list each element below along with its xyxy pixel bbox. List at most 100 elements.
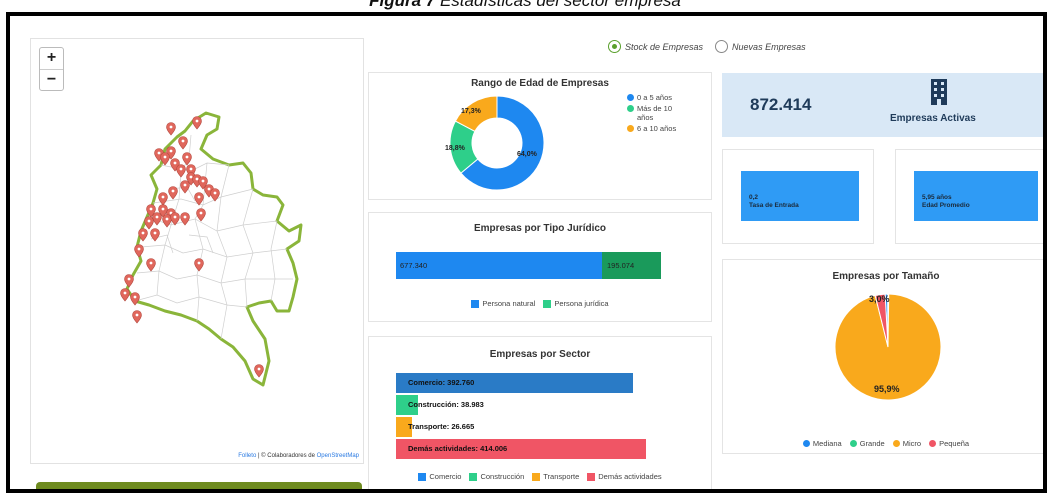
map-marker-dot xyxy=(157,151,161,155)
bar-persona-natural[interactable]: 677.340 xyxy=(396,252,602,279)
colombia-map[interactable] xyxy=(31,39,365,465)
radio-stock-label[interactable]: Stock de Empresas xyxy=(625,42,703,52)
figure-title: Estadísticas del sector empresa xyxy=(439,0,681,10)
attribution-text: | © Colaboradores de xyxy=(256,453,317,459)
map-footer-bar xyxy=(36,482,362,489)
legend-label: Grande xyxy=(859,439,885,448)
map-marker-dot xyxy=(173,215,177,219)
map-marker-dot xyxy=(213,191,217,195)
map-marker-icon[interactable] xyxy=(166,122,176,136)
legend-label: Transporte xyxy=(543,472,580,481)
size-legend: Mediana Grande Micro Pequeña xyxy=(723,439,1043,448)
osm-link[interactable]: OpenStreetMap xyxy=(317,453,359,459)
legend-label: Comercio xyxy=(429,472,462,481)
map-marker-dot xyxy=(257,367,261,371)
legend-item[interactable]: Pequeña xyxy=(929,439,969,448)
entry-rate-value: 0,2 xyxy=(749,194,759,201)
stock-toggle: Stock de Empresas Nuevas Empresas xyxy=(608,40,806,53)
legal-type-card: Empresas por Tipo Jurídico 677.340 195.0… xyxy=(368,212,712,322)
age-legend: 0 a 5 años Más de 10 años 6 a 10 años xyxy=(627,93,707,135)
figure-number: Figura 7 xyxy=(369,0,436,10)
radio-new[interactable] xyxy=(715,40,729,53)
map-marker-dot xyxy=(197,261,201,265)
map-marker-dot xyxy=(169,149,173,153)
legend-item[interactable]: Demás actividades xyxy=(587,472,662,481)
legend-label: 0 a 5 años xyxy=(637,93,673,102)
map-marker-dot xyxy=(161,207,165,211)
leaflet-link[interactable]: Folleto xyxy=(238,453,256,459)
legend-item[interactable]: Mediana xyxy=(802,439,842,448)
age-label-2: 17,3% xyxy=(461,108,482,115)
average-age-tile: 5,95 años Edad Promedio xyxy=(914,171,1038,221)
map-marker-icon[interactable] xyxy=(120,288,130,302)
map-marker-dot xyxy=(189,175,193,179)
map-marker-dot xyxy=(141,231,145,235)
size-pie-chart[interactable]: 3,0% 95,9% xyxy=(723,260,1047,455)
legend-item[interactable]: Comercio xyxy=(418,472,461,481)
average-age-card: 5,95 años Edad Promedio xyxy=(895,149,1043,244)
map-marker-dot xyxy=(137,247,141,251)
map-marker-dot xyxy=(181,139,185,143)
map-marker-dot xyxy=(149,207,153,211)
size-label-0: 3,0% xyxy=(869,294,890,304)
legend-item[interactable]: Construcción xyxy=(469,472,524,481)
map-marker-dot xyxy=(199,211,203,215)
legend-item[interactable]: 0 a 5 años xyxy=(627,93,707,102)
map-marker-dot xyxy=(183,183,187,187)
size-label-1: 95,9% xyxy=(874,384,900,394)
entry-rate-label: Tasa de Entrada xyxy=(749,202,799,209)
legend-label: Pequeña xyxy=(939,439,970,448)
map-marker-dot xyxy=(163,155,167,159)
legend-item[interactable]: Persona jurídica xyxy=(543,299,609,308)
zoom-out-button[interactable]: − xyxy=(40,69,63,90)
age-label-1: 18,8% xyxy=(445,145,466,152)
map-marker-dot xyxy=(149,261,153,265)
active-companies-label: Empresas Activas xyxy=(890,113,976,124)
bar-construccion[interactable]: Construcción: 38.983 xyxy=(396,395,484,415)
country-outline xyxy=(125,111,303,387)
map-marker-dot xyxy=(195,177,199,181)
map-marker-dot xyxy=(195,119,199,123)
map-marker-icon[interactable] xyxy=(132,310,142,324)
map-marker-dot xyxy=(189,167,193,171)
bar-comercio[interactable]: Comercio: 392.760 xyxy=(396,373,633,393)
legend-label: Más de 10 años xyxy=(637,104,673,122)
map-marker-dot xyxy=(207,187,211,191)
legend-label: Demás actividades xyxy=(598,472,662,481)
legend-label: Micro xyxy=(902,439,922,448)
radio-new-label[interactable]: Nuevas Empresas xyxy=(732,42,806,52)
map-marker-dot xyxy=(173,161,177,165)
radio-stock[interactable] xyxy=(608,40,621,53)
map-marker-dot xyxy=(171,189,175,193)
map-marker-dot xyxy=(135,313,139,317)
active-companies-card: 872.414 Empresas Activas xyxy=(722,73,1043,137)
legend-item[interactable]: Micro xyxy=(892,439,922,448)
map-marker-dot xyxy=(147,219,151,223)
size-chart-card: Empresas por Tamaño 3,0% 95,9% Mediana G… xyxy=(722,259,1047,455)
legend-item[interactable]: Más de 10 años xyxy=(627,104,707,122)
sector-legend: Comercio Construcción Transporte Demás a… xyxy=(369,472,711,481)
map-marker-dot xyxy=(201,179,205,183)
bar-demas-actividades[interactable]: Demás actividades: 414.006 xyxy=(396,439,646,459)
legend-item[interactable]: Transporte xyxy=(532,472,579,481)
bar-transporte[interactable]: Transporte: 26.665 xyxy=(396,417,474,437)
map-marker-dot xyxy=(133,295,137,299)
age-label-0: 64,0% xyxy=(517,151,538,158)
legend-label: Construcción xyxy=(480,472,525,481)
legend-item[interactable]: Grande xyxy=(849,439,885,448)
legal-chart-title: Empresas por Tipo Jurídico xyxy=(473,223,607,234)
map-marker-dot xyxy=(165,217,169,221)
legend-item[interactable]: 6 a 10 años xyxy=(627,124,707,133)
legal-legend: Persona natural Persona jurídica xyxy=(369,299,711,308)
map-marker-dot xyxy=(127,277,131,281)
map-marker-dot xyxy=(155,215,159,219)
legend-item[interactable]: Persona natural xyxy=(471,299,535,308)
map-marker-dot xyxy=(153,231,157,235)
sector-chart-card: Empresas por Sector Comercio: 392.760 Co… xyxy=(368,336,712,489)
zoom-in-button[interactable]: + xyxy=(40,48,63,69)
active-companies-value: 872.414 xyxy=(750,95,812,114)
age-chart-card: Rango de Edad de Empresas 64,0% 18,8% 17… xyxy=(368,72,712,200)
bar-persona-juridica[interactable]: 195.074 xyxy=(602,252,661,279)
map-panel[interactable]: + − Folleto | © Colaboradores de OpenStr… xyxy=(30,38,364,464)
map-marker-dot xyxy=(197,195,201,199)
